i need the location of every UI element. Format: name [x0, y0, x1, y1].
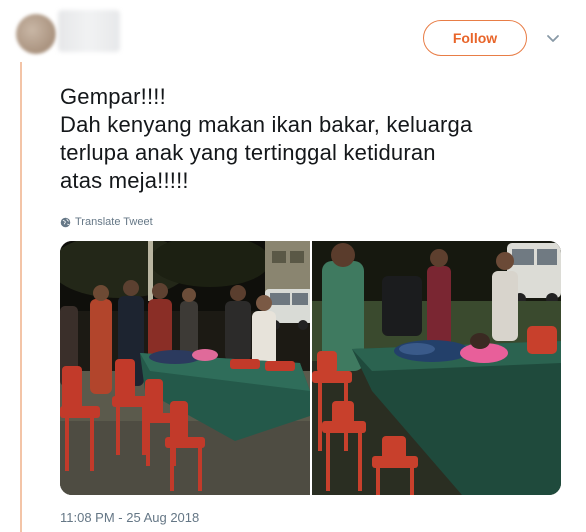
- tweet-photo-right[interactable]: [312, 241, 561, 495]
- tweet-media[interactable]: [60, 241, 561, 495]
- thread-line: [20, 62, 22, 532]
- tweet-photo-left[interactable]: [60, 241, 310, 495]
- translate-tweet-label: Translate Tweet: [75, 216, 153, 228]
- tweet-text: Gempar!!!! Dah kenyang makan ikan bakar,…: [60, 83, 560, 195]
- blurred-user-name: [58, 10, 120, 52]
- chevron-down-icon[interactable]: [545, 30, 561, 46]
- follow-button[interactable]: Follow: [423, 20, 527, 56]
- tweet-text-line: terlupa anak yang tertinggal ketiduran: [60, 140, 436, 165]
- tweet-text-line: Gempar!!!!: [60, 84, 166, 109]
- globe-icon: [60, 217, 71, 227]
- tweet-timestamp[interactable]: 11:08 PM - 25 Aug 2018: [60, 510, 199, 525]
- tweet-text-line: atas meja!!!!!: [60, 168, 189, 193]
- translate-tweet-link[interactable]: Translate Tweet: [60, 216, 153, 228]
- avatar[interactable]: [16, 14, 56, 54]
- tweet-text-line: Dah kenyang makan ikan bakar, keluarga: [60, 112, 473, 137]
